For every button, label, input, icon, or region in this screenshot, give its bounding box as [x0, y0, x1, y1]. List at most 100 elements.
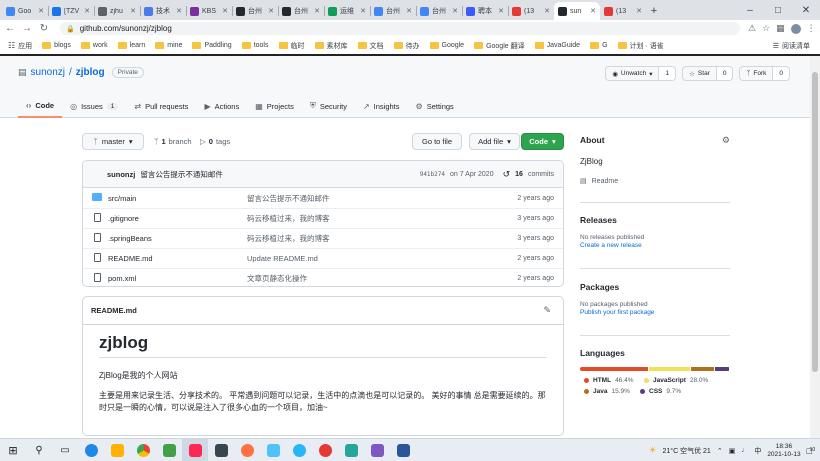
bookmark-item[interactable]: 临时	[278, 41, 305, 51]
tags-link[interactable]: ▷ 0 tags	[200, 133, 230, 150]
fork-button[interactable]: ᛉ Fork 0	[739, 66, 790, 81]
taskbar-app-icon[interactable]	[104, 439, 130, 461]
clock[interactable]: 18:36 2021-10-13	[767, 443, 800, 459]
bookmark-item[interactable]: 文档	[357, 41, 384, 51]
chrome-icon[interactable]	[130, 439, 156, 461]
browser-tab[interactable]: 台州 ✕	[370, 2, 416, 20]
watch-button[interactable]: ◉ Unwatch ▾ 1	[605, 66, 677, 81]
back-button[interactable]: ←	[3, 22, 17, 36]
file-row[interactable]: pom.xml 文章页静态化操作 2 years ago	[83, 268, 563, 286]
packages-heading[interactable]: Packages	[580, 282, 730, 292]
close-icon[interactable]: ✕	[498, 7, 504, 15]
code-dropdown-button[interactable]: Code ▾	[521, 133, 564, 150]
taskbar-app-icon[interactable]	[338, 439, 364, 461]
repo-owner-link[interactable]: sunonzj	[31, 67, 65, 78]
bookmark-item[interactable]: Google	[429, 42, 464, 49]
bookmark-item[interactable]: learn	[117, 42, 145, 49]
task-view-icon[interactable]: ▭	[52, 439, 78, 461]
star-count[interactable]: 0	[715, 67, 733, 80]
commit-count[interactable]: 16	[515, 171, 523, 178]
close-icon[interactable]: ✕	[590, 7, 596, 15]
taskbar-app-icon[interactable]	[156, 439, 182, 461]
commit-message[interactable]: 留言公告提示不通知邮件	[140, 169, 223, 180]
file-row[interactable]: .springBeans 码云移植过来，我的博客 3 years ago	[83, 228, 563, 248]
browser-tab[interactable]: 台州 ✕	[278, 2, 324, 20]
page-scrollbar[interactable]	[810, 56, 820, 438]
branches-link[interactable]: ᛉ 1 branch	[154, 133, 192, 150]
profile-avatar[interactable]	[790, 23, 801, 34]
browser-tab[interactable]: (13 ✕	[508, 2, 554, 20]
close-icon[interactable]: ✕	[176, 7, 182, 15]
tab-projects[interactable]: ▦ Projects	[247, 94, 302, 118]
file-name-link[interactable]: README.md	[108, 254, 153, 263]
weather-text[interactable]: 21°C 空气优 21	[662, 446, 710, 456]
close-icon[interactable]: ✕	[360, 7, 366, 15]
tab-code[interactable]: ‹› Code	[18, 94, 63, 118]
commit-count-label[interactable]: commits	[528, 171, 554, 178]
file-name-link[interactable]: .springBeans	[108, 234, 152, 243]
create-release-link[interactable]: Create a new release	[580, 242, 730, 249]
language-item[interactable]: Java 15.9%	[584, 388, 630, 395]
branch-select-button[interactable]: ᛉ master ▾	[82, 133, 144, 150]
translate-icon[interactable]: ⚠	[748, 23, 756, 34]
close-icon[interactable]: ✕	[636, 7, 642, 15]
file-name-link[interactable]: pom.xml	[108, 274, 136, 283]
commit-author[interactable]: sunonzj	[107, 170, 135, 179]
taskbar-app-icon[interactable]	[78, 439, 104, 461]
notification-icon[interactable]: □ 10	[807, 446, 816, 456]
browser-tab[interactable]: 技术 ✕	[140, 2, 186, 20]
intellij-icon[interactable]	[182, 438, 208, 461]
file-name-link[interactable]: .gitignore	[108, 214, 139, 223]
browser-tab[interactable]: (13 ✕	[600, 2, 646, 20]
taskbar-app-icon[interactable]	[312, 439, 338, 461]
fork-count[interactable]: 0	[772, 67, 789, 80]
edit-pencil-icon[interactable]: ✎	[543, 305, 551, 316]
publish-package-link[interactable]: Publish your first package	[580, 309, 730, 316]
volume-icon[interactable]: ♩	[741, 447, 748, 454]
language-item[interactable]: HTML 46.4%	[584, 377, 634, 384]
bookmark-item[interactable]: 计划 · 语雀	[617, 41, 664, 51]
close-icon[interactable]: ✕	[452, 7, 458, 15]
close-icon[interactable]: ✕	[38, 7, 44, 15]
close-icon[interactable]: ✕	[268, 7, 274, 15]
taskbar-app-icon[interactable]	[260, 439, 286, 461]
tab-insights[interactable]: ↗ Insights	[355, 94, 408, 118]
bookmark-item[interactable]: 待办	[393, 41, 420, 51]
gear-icon[interactable]: ⚙	[722, 135, 730, 146]
file-row[interactable]: README.md Update README.md 2 years ago	[83, 248, 563, 268]
bookmark-item[interactable]: mine	[155, 42, 182, 49]
file-commit-message[interactable]: Update README.md	[247, 254, 318, 263]
start-button[interactable]: ⊞	[0, 439, 26, 461]
bookmark-item[interactable]: 素材库	[314, 41, 348, 51]
taskbar-app-icon[interactable]	[364, 439, 390, 461]
watch-count[interactable]: 1	[658, 67, 676, 80]
close-icon[interactable]: ✕	[222, 7, 228, 15]
reading-list-button[interactable]: ☰ 阅读清单	[773, 37, 810, 54]
browser-tab[interactable]: KBS ✕	[186, 2, 232, 20]
close-icon[interactable]: ✕	[84, 7, 90, 15]
close-window-button[interactable]: ✕	[792, 0, 820, 20]
language-item[interactable]: CSS 9.7%	[640, 388, 681, 395]
bookmark-item[interactable]: Google 翻译	[474, 41, 525, 51]
bookmark-item[interactable]: G	[590, 42, 608, 49]
browser-tab[interactable]: sun ✕	[554, 2, 600, 20]
browser-tab[interactable]: 运维 ✕	[324, 2, 370, 20]
browser-tab[interactable]: zjhu ✕	[94, 2, 140, 20]
browser-tab[interactable]: 聘本 ✕	[462, 2, 508, 20]
bookmark-item[interactable]: JavaGuide	[534, 42, 580, 49]
language-item[interactable]: JavaScript 28.0%	[644, 377, 708, 384]
tray-chevron-icon[interactable]: ⌃	[717, 447, 723, 455]
tab-settings[interactable]: ⚙ Settings	[408, 94, 462, 118]
browser-tab[interactable]: 台州 ✕	[232, 2, 278, 20]
maximize-window-button[interactable]: □	[764, 0, 792, 20]
file-name-link[interactable]: src/main	[108, 194, 136, 203]
taskbar-app-icon[interactable]	[234, 439, 260, 461]
forward-button[interactable]: →	[20, 22, 34, 36]
close-icon[interactable]: ✕	[544, 7, 550, 15]
close-icon[interactable]: ✕	[130, 7, 136, 15]
scrollbar-thumb[interactable]	[812, 72, 818, 372]
readme-link[interactable]: ▤ Readme	[580, 177, 730, 186]
close-icon[interactable]: ✕	[406, 7, 412, 15]
taskbar-app-icon[interactable]	[286, 439, 312, 461]
tab-actions[interactable]: ▶ Actions	[196, 94, 247, 118]
